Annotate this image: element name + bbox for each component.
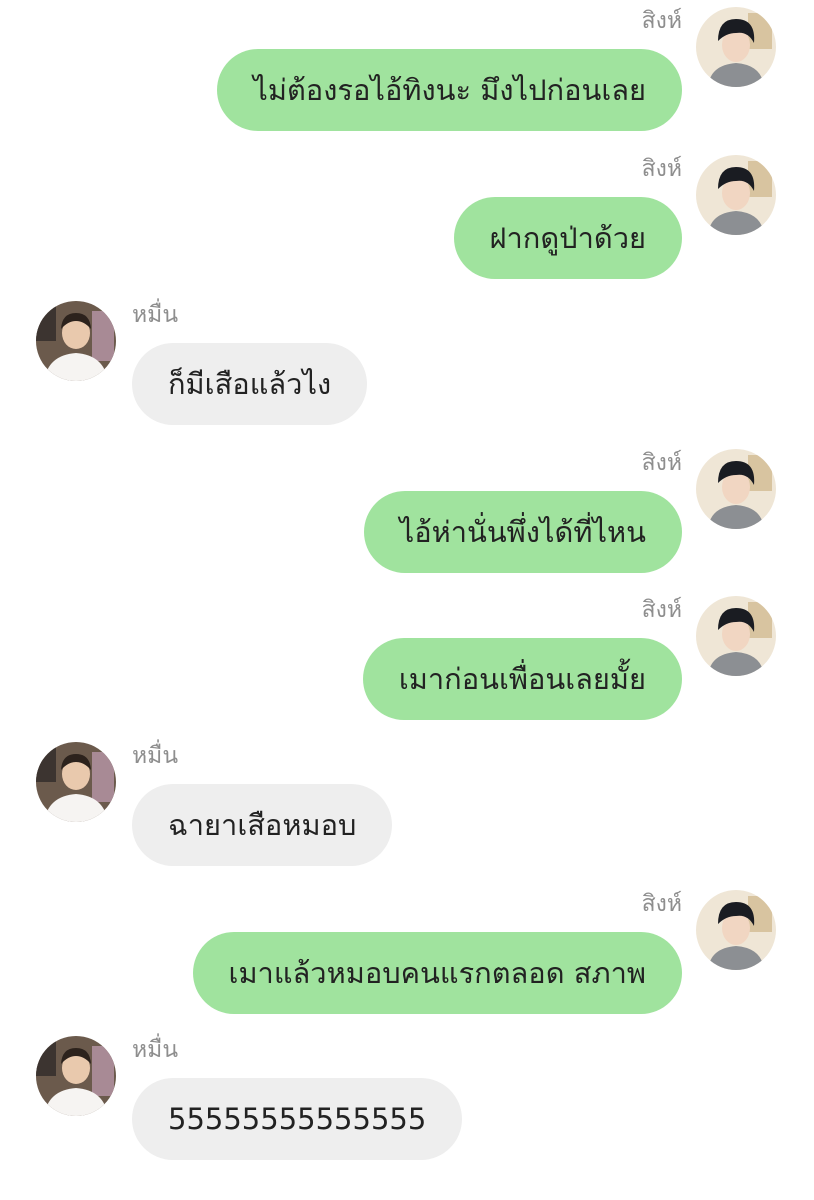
sender-name: สิงห์	[641, 597, 682, 623]
message-bubble[interactable]: ฝากดูป่าด้วย	[453, 197, 682, 279]
message-bubble[interactable]: ไม่ต้องรอไอ้ทิงนะ มึงไปก่อนเลย	[217, 49, 682, 131]
message-bubble[interactable]: เมาแล้วหมอบคนแรกตลอด สภาพ	[192, 932, 682, 1014]
user-avatar-photo-icon	[36, 301, 116, 381]
sender-name: สิงห์	[641, 891, 682, 917]
avatar-singh[interactable]	[696, 7, 776, 87]
avatar-singh[interactable]	[696, 155, 776, 235]
message-bubble[interactable]: ฉายาเสือหมอบ	[132, 784, 393, 866]
user-avatar-photo-icon	[696, 7, 776, 87]
message-bubble[interactable]: ก็มีเสือแล้วไง	[132, 343, 368, 425]
sender-name: หมื่น	[132, 743, 179, 769]
sender-name: หมื่น	[132, 1037, 179, 1063]
user-avatar-photo-icon	[36, 1036, 116, 1116]
sender-name: หมื่น	[132, 302, 179, 328]
sender-name: สิงห์	[641, 156, 682, 182]
avatar-singh[interactable]	[696, 890, 776, 970]
sender-name: สิงห์	[641, 8, 682, 34]
message-bubble[interactable]: ไอ้ห่านั่นพึ่งได้ที่ไหน	[363, 491, 682, 573]
user-avatar-photo-icon	[696, 449, 776, 529]
user-avatar-photo-icon	[36, 742, 116, 822]
avatar-muen[interactable]	[36, 301, 116, 381]
avatar-muen[interactable]	[36, 742, 116, 822]
user-avatar-photo-icon	[696, 155, 776, 235]
avatar-singh[interactable]	[696, 596, 776, 676]
avatar-singh[interactable]	[696, 449, 776, 529]
avatar-muen[interactable]	[36, 1036, 116, 1116]
user-avatar-photo-icon	[696, 596, 776, 676]
message-bubble[interactable]: 55555555555555	[132, 1078, 463, 1160]
chat-thread: สิงห์ ไม่ต้องรอไอ้ทิงนะ มึงไปก่อนเลย สิง…	[0, 0, 814, 1200]
sender-name: สิงห์	[641, 450, 682, 476]
message-bubble[interactable]: เมาก่อนเพื่อนเลยมั้ย	[362, 638, 682, 720]
user-avatar-photo-icon	[696, 890, 776, 970]
